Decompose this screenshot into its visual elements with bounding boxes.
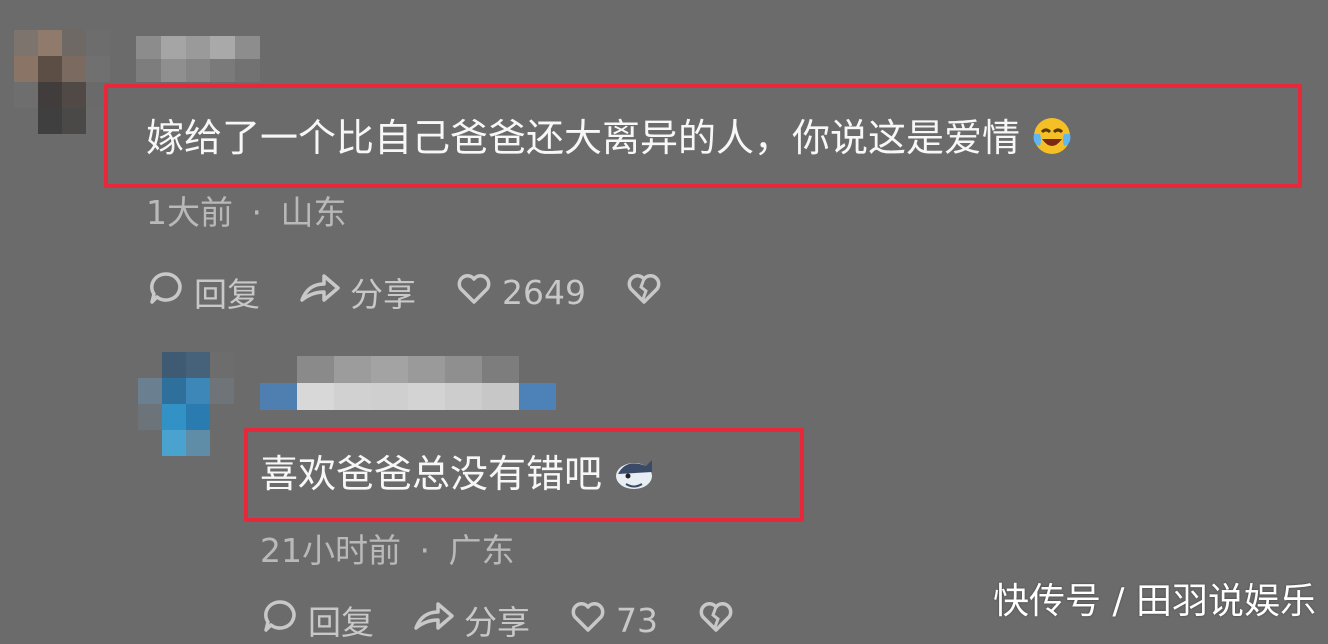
comment-time: 21小时前 <box>260 531 401 570</box>
reply-label: 回复 <box>194 275 260 314</box>
share-button[interactable]: 分享 <box>412 596 530 644</box>
like-button[interactable]: 2649 <box>454 268 586 316</box>
comment-text: 喜欢爸爸总没有错吧 <box>260 452 656 501</box>
dislike-button[interactable] <box>624 268 672 316</box>
like-count: 73 <box>616 600 658 640</box>
comment-meta: 21小时前 · 广东 <box>260 524 515 572</box>
meta-separator: · <box>251 193 263 232</box>
avatar[interactable] <box>138 352 234 456</box>
whale-emoji-icon <box>612 452 656 501</box>
comment-actions: 回复 分享 73 <box>260 596 782 644</box>
reply-button[interactable]: 回复 <box>146 268 260 316</box>
share-label: 分享 <box>464 603 530 642</box>
comment-text-content: 嫁给了一个比自己爸爸还大离异的人，你说这是爱情 <box>146 116 1021 160</box>
heart-icon <box>568 596 616 644</box>
share-button[interactable]: 分享 <box>298 268 416 316</box>
like-button[interactable]: 73 <box>568 596 658 644</box>
comment-location: 山东 <box>280 193 347 232</box>
meta-separator: · <box>419 531 431 570</box>
comment-location: 广东 <box>448 531 515 570</box>
comment-time: 1大前 <box>146 193 233 232</box>
broken-heart-icon <box>696 596 744 644</box>
comment-actions: 回复 分享 2649 <box>146 268 710 316</box>
share-icon <box>298 268 350 316</box>
reply-button[interactable]: 回复 <box>260 596 374 644</box>
comment-meta: 1大前 · 山东 <box>146 186 347 234</box>
heart-icon <box>454 268 502 316</box>
share-label: 分享 <box>350 275 416 314</box>
avatar[interactable] <box>14 30 110 134</box>
share-icon <box>412 596 464 644</box>
like-count: 2649 <box>502 272 586 312</box>
reply-label: 回复 <box>308 603 374 642</box>
laughing-crying-emoji-icon <box>1030 114 1074 167</box>
dislike-button[interactable] <box>696 596 744 644</box>
comment-text-content: 喜欢爸爸总没有错吧 <box>260 452 603 496</box>
watermark: 快传号 / 田羽说娱乐 <box>992 581 1316 622</box>
reply-icon <box>260 596 308 644</box>
comment-text: 嫁给了一个比自己爸爸还大离异的人，你说这是爱情 <box>146 114 1074 167</box>
reply-icon <box>146 268 194 316</box>
username-blurred[interactable] <box>136 36 260 82</box>
broken-heart-icon <box>624 268 672 316</box>
username-blurred[interactable] <box>260 356 556 410</box>
